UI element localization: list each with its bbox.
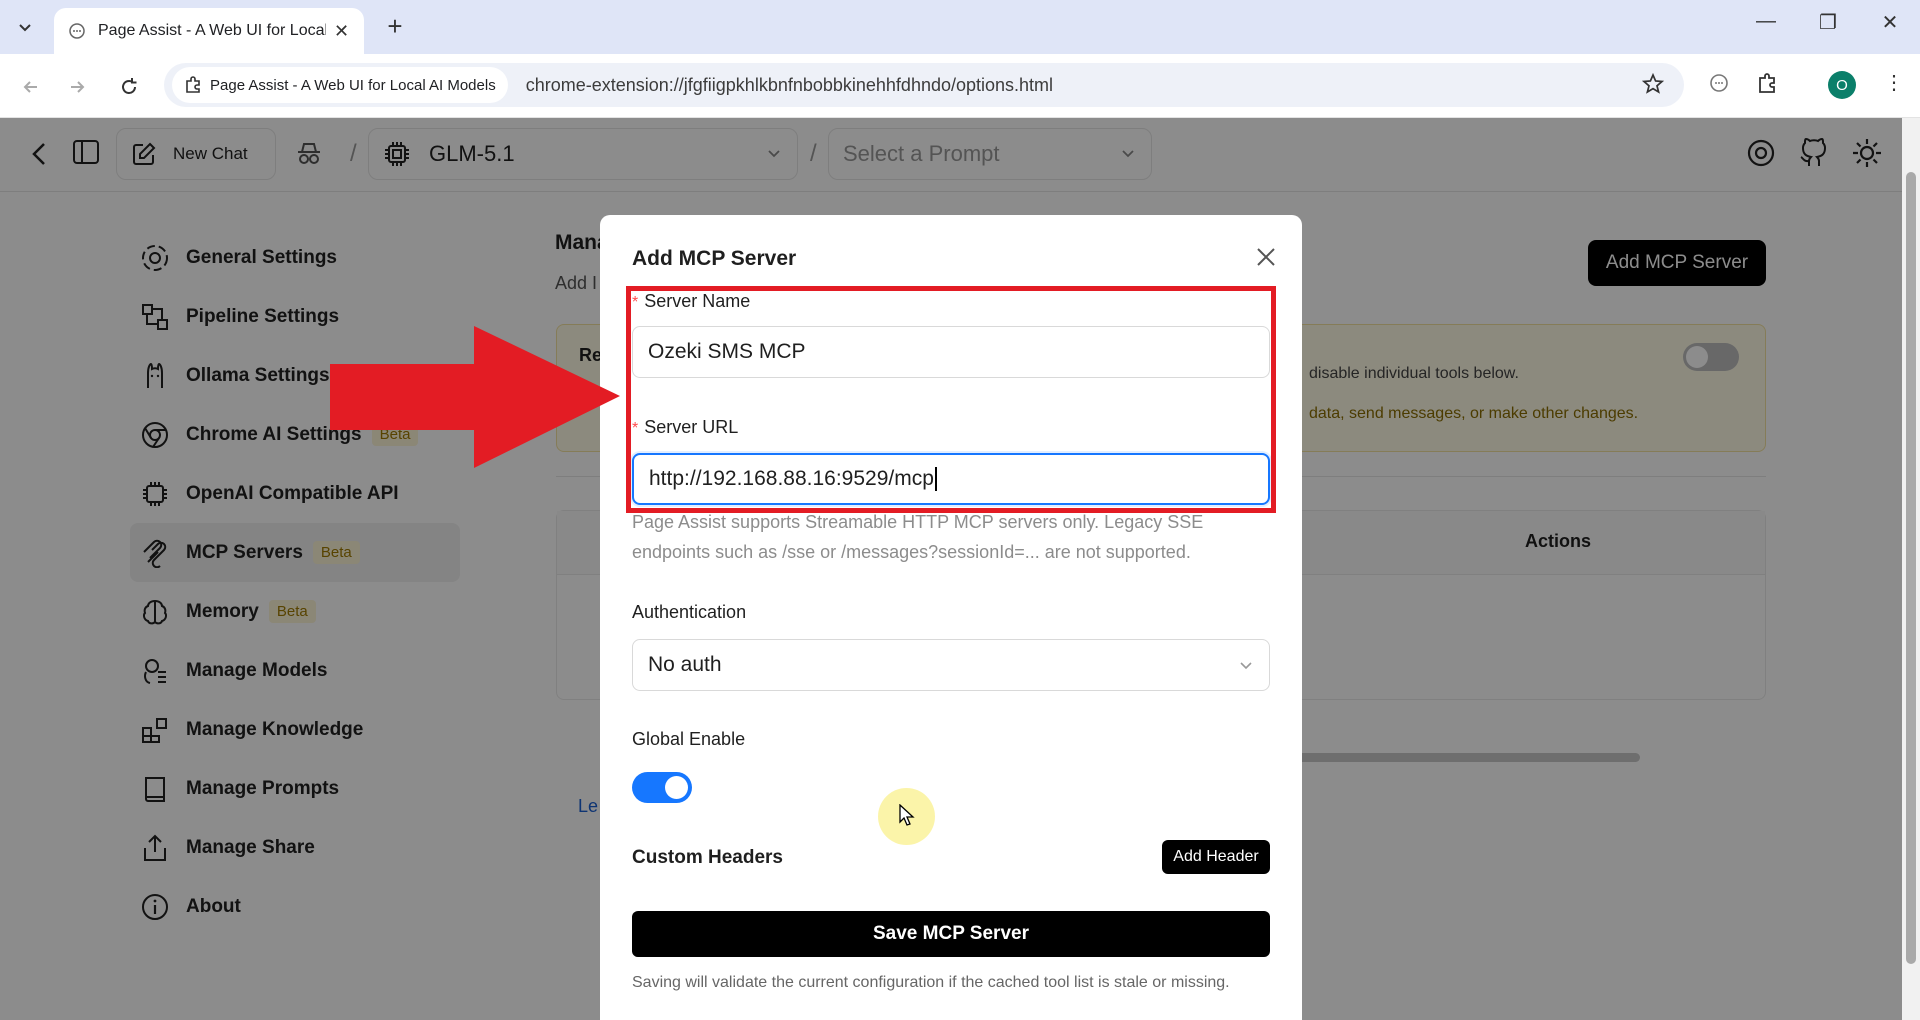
reload-icon	[122, 78, 137, 94]
modal-title: Add MCP Server	[632, 247, 797, 270]
extension-icon	[186, 76, 200, 93]
chevron-down-icon	[19, 24, 31, 32]
add-header-button[interactable]: Add Header	[1162, 840, 1270, 874]
arrow-right-icon	[71, 81, 85, 93]
site-chip-label: Page Assist - A Web UI for Local AI Mode…	[210, 76, 496, 94]
back-button[interactable]	[16, 72, 46, 102]
mouse-pointer-icon	[899, 804, 915, 826]
omnibox[interactable]: Page Assist - A Web UI for Local AI Mode…	[164, 63, 1684, 107]
highlight-rectangle	[626, 286, 1276, 513]
save-mcp-server-button[interactable]: Save MCP Server	[632, 911, 1270, 957]
auth-label: Authentication	[632, 602, 747, 622]
window-close-button[interactable]: ✕	[1870, 10, 1910, 35]
reload-button[interactable]	[114, 72, 144, 102]
address-bar-row: Page Assist - A Web UI for Local AI Mode…	[0, 54, 1920, 118]
chat-bubble-icon	[69, 23, 85, 39]
custom-headers-label: Custom Headers	[632, 847, 783, 868]
browser-menu-icon[interactable]: ⋮	[1884, 70, 1904, 95]
page-vertical-scrollbar[interactable]	[1902, 118, 1920, 1020]
bookmark-star-icon[interactable]	[1642, 73, 1664, 95]
red-arrow-annotation	[330, 326, 620, 468]
chat-extension-icon[interactable]	[1708, 72, 1730, 94]
url-text: chrome-extension://jfgfiigpkhlkbnfnbobbk…	[525, 74, 1054, 95]
chevron-down-icon	[1240, 662, 1252, 670]
tab-close-icon[interactable]: ✕	[334, 21, 349, 42]
minimize-button[interactable]: —	[1746, 10, 1786, 33]
authentication-select[interactable]: No auth	[632, 639, 1270, 691]
global-enable-toggle[interactable]	[632, 772, 692, 803]
arrow-left-icon	[23, 81, 37, 93]
save-footnote: Saving will validate the current configu…	[632, 974, 1230, 991]
server-url-help: Page Assist supports Streamable HTTP MCP…	[632, 512, 1204, 562]
close-icon[interactable]	[1252, 243, 1280, 271]
scrollbar-thumb[interactable]	[1906, 172, 1916, 964]
new-tab-button[interactable]: +	[380, 12, 410, 42]
browser-tab[interactable]: Page Assist - A Web UI for Local AI Mode…	[54, 8, 364, 54]
auth-value: No auth	[648, 653, 722, 676]
global-enable-label: Global Enable	[632, 729, 746, 749]
tab-title: Page Assist - A Web UI for Local AI Mode…	[98, 22, 326, 39]
extensions-puzzle-icon[interactable]	[1756, 72, 1780, 96]
restore-button[interactable]: ❐	[1808, 10, 1848, 35]
forward-button[interactable]	[62, 72, 92, 102]
browser-tab-bar: Page Assist - A Web UI for Local AI Mode…	[0, 0, 1920, 54]
tab-search-button[interactable]	[10, 12, 40, 42]
site-info-chip[interactable]: Page Assist - A Web UI for Local AI Mode…	[172, 67, 508, 103]
profile-avatar[interactable]: O	[1828, 71, 1856, 99]
